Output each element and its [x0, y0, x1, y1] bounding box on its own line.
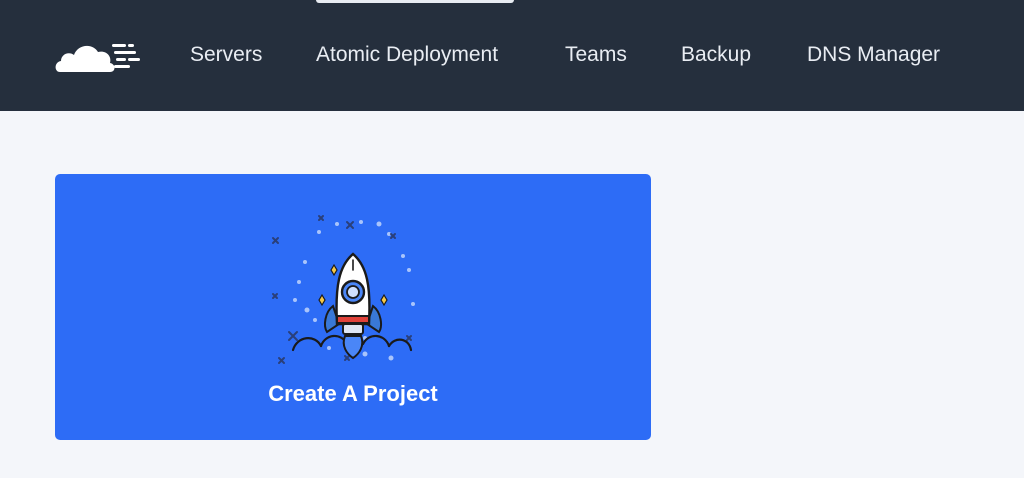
nav-item-atomic-deployment[interactable]: Atomic Deployment: [316, 43, 498, 67]
rocket-icon: [271, 208, 435, 372]
top-navigation-bar: Servers Atomic Deployment Teams Backup D…: [0, 0, 1024, 111]
nav-item-servers[interactable]: Servers: [190, 43, 262, 67]
nav-item-teams[interactable]: Teams: [565, 43, 627, 67]
create-project-label: Create A Project: [268, 381, 438, 406]
main-nav: Servers Atomic Deployment Teams Backup D…: [0, 0, 1024, 111]
nav-item-backup[interactable]: Backup: [681, 43, 751, 67]
nav-item-dns-manager[interactable]: DNS Manager: [807, 43, 940, 67]
create-project-card[interactable]: Create A Project: [55, 174, 651, 440]
